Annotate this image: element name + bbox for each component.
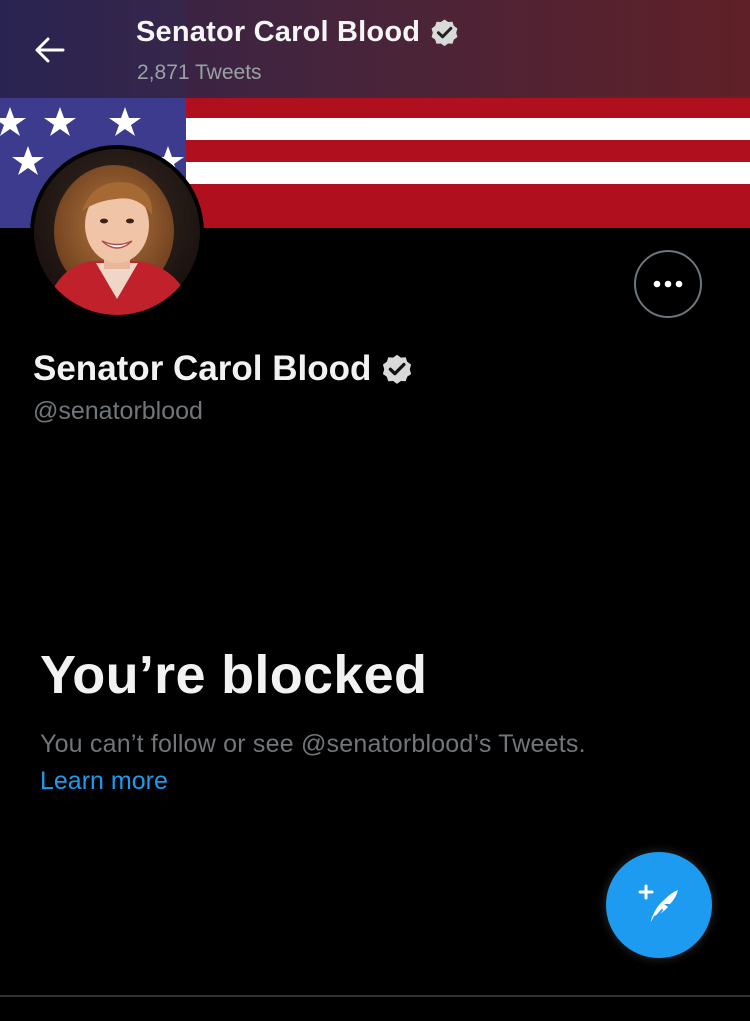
profile-page: Senator Carol Blood 2,871 Tweets Senator… [0,0,750,1021]
avatar-photo [34,149,200,315]
header-title-text: Senator Carol Blood [136,16,421,48]
tweet-count: 2,871 Tweets [137,61,262,84]
arrow-left-icon [35,37,65,63]
bottom-divider [0,995,750,997]
top-nav-header: Senator Carol Blood 2,871 Tweets [0,0,750,98]
verified-badge-icon [383,354,412,384]
blocked-title: You’re blocked [40,645,428,705]
more-options-button[interactable] [634,250,702,318]
verified-badge-icon [431,19,458,47]
compose-feather-icon [638,884,678,925]
profile-name: Senator Carol Blood [33,349,415,389]
profile-handle: @senatorblood [33,397,203,425]
learn-more-link[interactable]: Learn more [40,767,168,796]
ellipsis-icon [653,280,683,288]
profile-name-text: Senator Carol Blood [33,349,372,388]
blocked-message: You can’t follow or see @senatorblood’s … [40,730,586,758]
profile-avatar[interactable] [30,145,204,319]
compose-tweet-button[interactable] [606,852,712,958]
back-button[interactable] [28,28,72,72]
header-title: Senator Carol Blood [136,16,461,49]
